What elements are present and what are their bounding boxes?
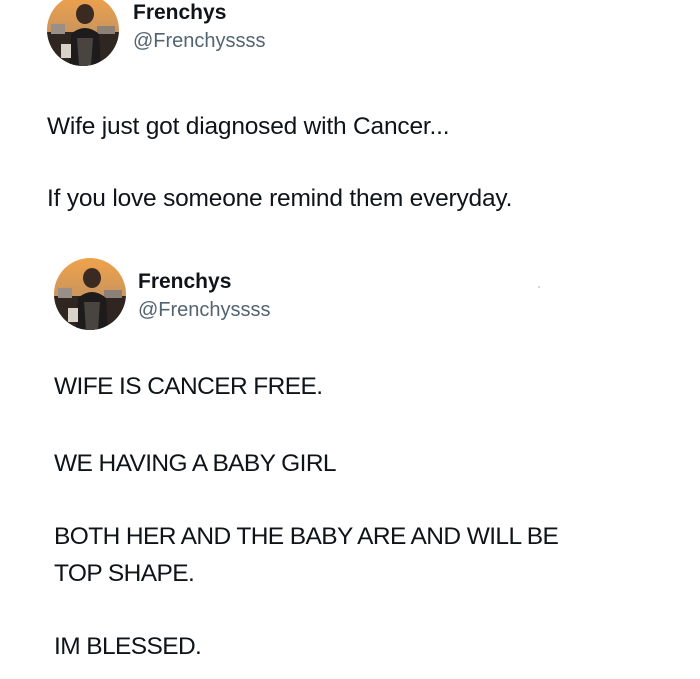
profile-photo-icon	[54, 258, 126, 330]
tweet-text-line: TOP SHAPE.	[54, 560, 195, 587]
tweet-text-line: WE HAVING A BABY GIRL	[54, 450, 337, 477]
profile-photo-icon	[47, 0, 119, 66]
tweet-text-line: BOTH HER AND THE BABY ARE AND WILL BE	[54, 523, 559, 550]
avatar[interactable]	[54, 258, 126, 330]
speck-mark	[538, 286, 540, 288]
tweet-text-line: WIFE IS CANCER FREE.	[54, 373, 323, 400]
author-name[interactable]: Frenchys	[138, 270, 231, 294]
author-name[interactable]: Frenchys	[133, 1, 226, 25]
tweet-text-line: If you love someone remind them everyday…	[47, 185, 513, 212]
author-handle[interactable]: @Frenchyssss	[133, 30, 266, 53]
avatar[interactable]	[47, 0, 119, 66]
tweet-text-line: Wife just got diagnosed with Cancer...	[47, 113, 450, 140]
tweet-text-line: IM BLESSED.	[54, 633, 202, 660]
author-handle[interactable]: @Frenchyssss	[138, 299, 271, 322]
